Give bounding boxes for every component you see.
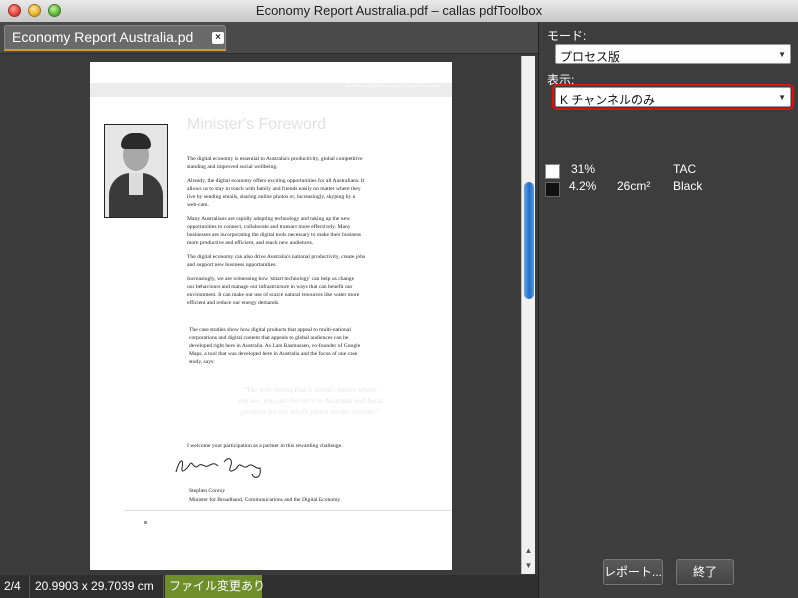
signatory-role: Minister for Broadband, Communications a… [189, 497, 341, 503]
report-button[interactable]: レポート... [603, 559, 663, 585]
black-swatch [545, 182, 560, 197]
paragraph: The digital economy is essential to Aust… [187, 156, 363, 170]
page-heading: Minister's Foreword [187, 116, 327, 133]
window-title: Economy Report Australia.pdf – callas pd… [255, 3, 543, 18]
status-bar: 2/4 20.9903 x 29.7039 cm ファイル変更あり [0, 575, 538, 598]
tac-swatch [545, 164, 560, 179]
paragraph: Increasingly, we are witnessing how 'sma… [187, 276, 360, 306]
tab-label: Economy Report Australia.pd [12, 29, 194, 45]
page-rule [124, 510, 452, 511]
page-header-text: Australia's Digital Economy: Future Dire… [345, 84, 441, 89]
tab-bar: Economy Report Australia.pd × [0, 22, 538, 54]
black-percent: 4.2% [569, 179, 597, 193]
tac-percent: 31% [571, 162, 596, 176]
mode-select-value: プロセス版 [560, 50, 621, 64]
vertical-scrollbar[interactable]: ▲ ▼ [521, 56, 535, 574]
black-name: Black [673, 179, 703, 193]
display-select[interactable]: K チャンネルのみ ▼ [552, 84, 794, 110]
scroll-up-icon[interactable]: ▲ [522, 544, 535, 558]
photo-shirt [129, 173, 143, 195]
page-viewer[interactable]: Australia's Digital Economy: Future Dire… [0, 54, 538, 575]
paragraph: Many Australians are rapidly adopting te… [187, 216, 361, 246]
output-preview-panel: モード: プロセス版 ▼ 表示: K チャンネルのみ ▼ 31% TAC 4.2… [538, 22, 798, 598]
minister-photo [104, 124, 168, 218]
file-modified-badge: ファイル変更あり [165, 575, 265, 598]
display-select-value: K チャンネルのみ [560, 93, 655, 107]
tac-name: TAC [673, 162, 697, 176]
tab-close-icon[interactable]: × [212, 32, 224, 44]
mode-select[interactable]: プロセス版 ▼ [555, 44, 791, 64]
page-indicator: 2/4 [0, 575, 30, 598]
chevron-down-icon: ▼ [778, 50, 786, 59]
finish-button[interactable]: 終了 [676, 559, 734, 585]
document-pane: Economy Report Australia.pd × Australia'… [0, 22, 538, 598]
signature-image [175, 458, 261, 478]
paragraph: The case studies show how digital produc… [189, 327, 361, 365]
tab-document[interactable]: Economy Report Australia.pd × [4, 25, 226, 51]
paragraph: I welcome your participation as a partne… [187, 443, 343, 449]
display-label: 表示: [547, 73, 575, 87]
mode-label: モード: [547, 29, 587, 43]
scroll-down-icon[interactable]: ▼ [522, 559, 535, 573]
black-area: 26cm² [617, 179, 651, 193]
photo-hair [121, 133, 151, 149]
page-header-band: Australia's Digital Economy: Future Dire… [90, 83, 452, 97]
title-bar: Economy Report Australia.pdf – callas pd… [0, 0, 798, 23]
chevron-down-icon: ▼ [778, 93, 786, 102]
paragraph: The digital economy can also drive Austr… [187, 254, 366, 268]
pull-quote: "The web means that it doesn't matter wh… [237, 385, 383, 416]
pdf-page: Australia's Digital Economy: Future Dire… [90, 62, 452, 570]
signatory-name: Stephen Conroy [189, 488, 226, 494]
paragraph: Already, the digital economy offers exci… [187, 178, 365, 208]
scroll-thumb[interactable] [524, 182, 534, 299]
page-size: 20.9903 x 29.7039 cm [31, 575, 164, 598]
page-mark [144, 521, 147, 524]
